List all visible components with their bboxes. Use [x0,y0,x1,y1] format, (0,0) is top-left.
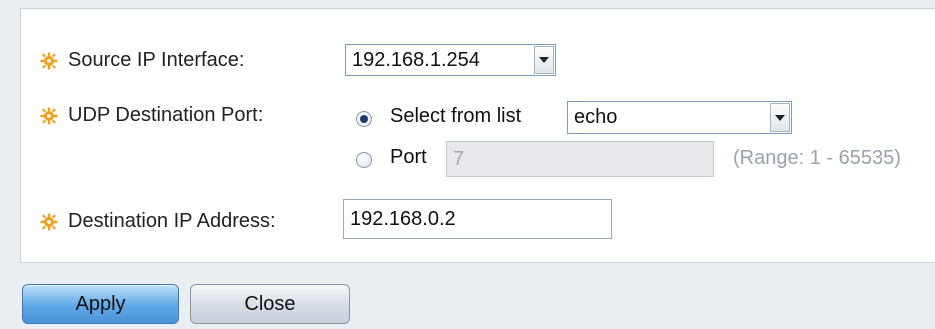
source-ip-interface-select[interactable]: 192.168.1.254 [345,44,556,76]
port-range-hint: (Range: 1 - 65535) [733,147,901,169]
source-ip-interface-value: 192.168.1.254 [352,48,480,71]
destination-ip-address-label: Destination IP Address: [68,210,276,232]
source-ip-interface-row-label: Source IP Interface: [40,49,244,72]
destination-ip-address-value: 192.168.0.2 [350,207,456,230]
port-radio[interactable] [356,152,372,168]
port-label[interactable]: Port [390,146,427,169]
port-input[interactable]: 7 [446,141,714,177]
required-gear-icon [40,213,58,231]
source-ip-interface-label: Source IP Interface: [68,49,245,71]
close-button[interactable]: Close [190,284,350,324]
required-gear-icon [40,107,58,125]
destination-ip-address-input[interactable]: 192.168.0.2 [343,199,612,239]
select-from-list-radio[interactable] [356,111,372,127]
udp-destination-port-row-label: UDP Destination Port: [40,104,263,127]
apply-button[interactable]: Apply [22,284,179,324]
udp-port-select-value: echo [574,106,618,128]
chevron-down-icon[interactable] [770,103,790,132]
chevron-down-icon[interactable] [534,46,554,74]
port-input-value: 7 [453,147,465,170]
udp-destination-port-label: UDP Destination Port: [68,104,264,126]
select-from-list-label[interactable]: Select from list [390,105,521,128]
destination-ip-address-row-label: Destination IP Address: [40,210,276,233]
required-gear-icon [40,52,58,70]
udp-port-select[interactable]: echo [567,101,792,134]
